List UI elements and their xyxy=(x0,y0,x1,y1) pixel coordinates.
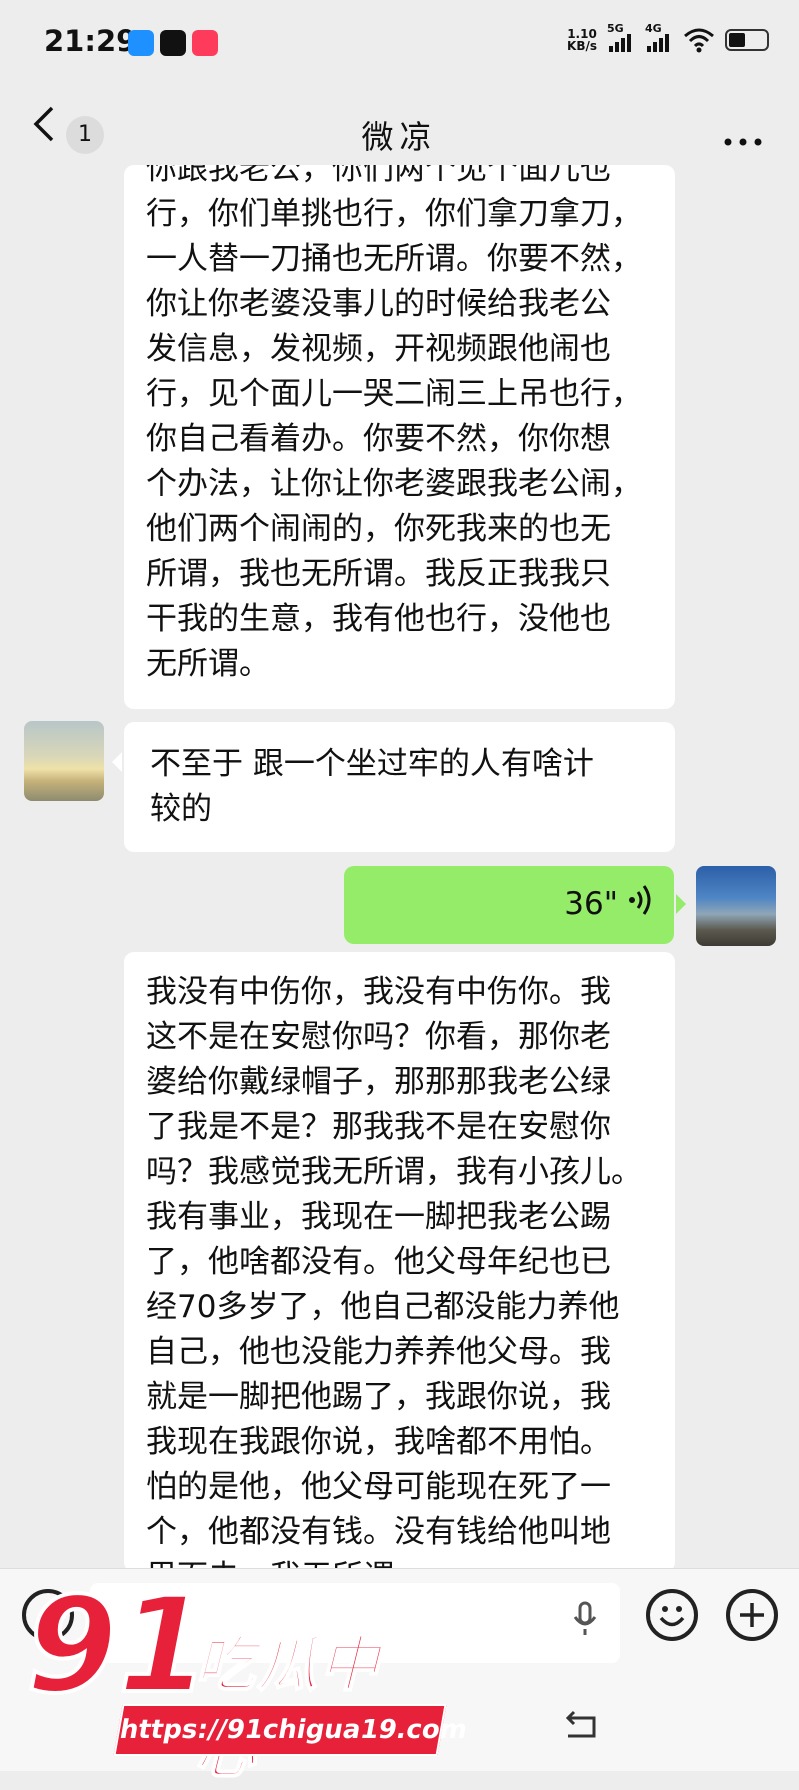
back-arrow-icon xyxy=(565,1710,596,1738)
message-line: 经70多岁了，他自己都没能力养他 xyxy=(146,1289,620,1325)
message-line: 你自己看着办。你要不然，你你想 xyxy=(146,421,611,457)
ellipsis-icon xyxy=(724,138,762,146)
message-line: 这不是在安慰你吗？你看，那你老 xyxy=(146,1019,611,1055)
message-line: 你跟我老公，你们两个见个面儿也 xyxy=(146,165,611,187)
more-button[interactable] xyxy=(723,116,763,156)
message-line: 我没有中伤你，我没有中伤你。我 xyxy=(146,974,611,1010)
mic-icon[interactable] xyxy=(572,1601,598,1646)
net-speed-unit: KB/s xyxy=(567,39,597,53)
message-line: 了，他啥都没有。他父母年纪也已 xyxy=(146,1244,611,1280)
message-line: 干我的生意，我有他也行，没他也 xyxy=(146,601,611,637)
message-line: 他们两个闹闹的，你死我来的也无 xyxy=(146,511,611,547)
status-indicators: 1.10 KB/s 5G 4G xyxy=(567,22,769,54)
watermark-logo: 91 吃瓜中心 https://91chigua19.com xyxy=(20,1569,470,1788)
my-avatar[interactable] xyxy=(696,866,776,946)
voice-message-bubble[interactable]: 36" xyxy=(344,866,686,944)
message-line: 个办法，让你让你老婆跟我老公闹， xyxy=(146,466,642,502)
watermark-number: 91 xyxy=(24,1569,212,1723)
plus-button[interactable] xyxy=(726,1589,778,1641)
message-line: 我现在我跟你说，我啥都不用怕。 xyxy=(146,1424,611,1460)
wifi-icon xyxy=(684,28,714,53)
battery-icon xyxy=(725,29,769,51)
message-line: 所谓，我也无所谓。我反正我我只 xyxy=(146,556,611,592)
watermark-text: 吃瓜中心 xyxy=(194,1629,381,1788)
contact-avatar[interactable] xyxy=(24,721,104,801)
message-line: 不至于 跟一个坐过牢的人有啥计 xyxy=(150,746,594,782)
message-line: 自己，他也没能力养养他父母。我 xyxy=(146,1334,611,1370)
message-line: 行，你们单挑也行，你们拿刀拿刀， xyxy=(146,196,642,232)
status-bar: 21:29 1.10 KB/s 5G 4G xyxy=(0,0,799,86)
message-line: 个，他都没有钱。没有钱给他叫地 xyxy=(146,1514,611,1550)
message-line: 行，见个面儿一哭二闹三上吊也行， xyxy=(146,376,642,412)
message-bubble-incoming[interactable]: 你跟我老公，你们两个见个面儿也行，你们单挑也行，你们拿刀拿刀， 一人替一刀捅也无所… xyxy=(124,165,675,709)
message-line: 你让你老婆没事儿的时候给我老公 xyxy=(146,286,611,322)
message-line: 较的 xyxy=(150,791,212,827)
message-line: 我有事业，我现在一脚把我老公踢 xyxy=(146,1199,611,1235)
tiktok-icon xyxy=(160,30,186,56)
watermark-url: https://91chigua19.com xyxy=(113,1704,470,1756)
signal-5g-icon: 5G xyxy=(607,22,635,54)
message-line: 了我是不是？那我我不是在安慰你 xyxy=(146,1109,611,1145)
message-line: 发信息，发视频，开视频跟他闹也 xyxy=(146,331,611,367)
net-speed: 1.10 KB/s xyxy=(567,28,597,52)
message-line: 就是一脚把他踢了，我跟你说，我 xyxy=(146,1379,611,1415)
message-line: 吗？我感觉我无所谓，我有小孩儿。 xyxy=(146,1154,642,1190)
voice-wave-icon xyxy=(626,882,654,926)
chat-title: 微凉 xyxy=(361,118,438,156)
message-bubble-incoming[interactable]: 不至于 跟一个坐过牢的人有啥计 较的 xyxy=(112,722,675,852)
plus-icon xyxy=(740,1603,764,1627)
message-line: 无所谓。 xyxy=(146,646,270,682)
clock: 21:29 xyxy=(44,24,137,58)
message-line: 婆给你戴绿帽子，那那那我老公绿 xyxy=(146,1064,611,1100)
app-notification-icon xyxy=(128,30,154,56)
app-notification-icon-2 xyxy=(192,30,218,56)
message-line: 怕的是他，他父母可能现在死了一 xyxy=(146,1469,611,1505)
smile-icon xyxy=(659,1606,685,1627)
message-bubble-incoming[interactable]: 我没有中伤你，我没有中伤你。我 这不是在安慰你吗？你看，那你老 婆给你戴绿帽子，那那… xyxy=(124,952,675,1572)
signal-4g-icon: 4G xyxy=(645,22,673,54)
voice-duration: 36" xyxy=(564,886,618,922)
emoji-button[interactable] xyxy=(646,1589,698,1641)
system-back-button[interactable] xyxy=(560,1708,600,1751)
message-line: 一人替一刀捅也无所谓。你要不然， xyxy=(146,241,642,277)
